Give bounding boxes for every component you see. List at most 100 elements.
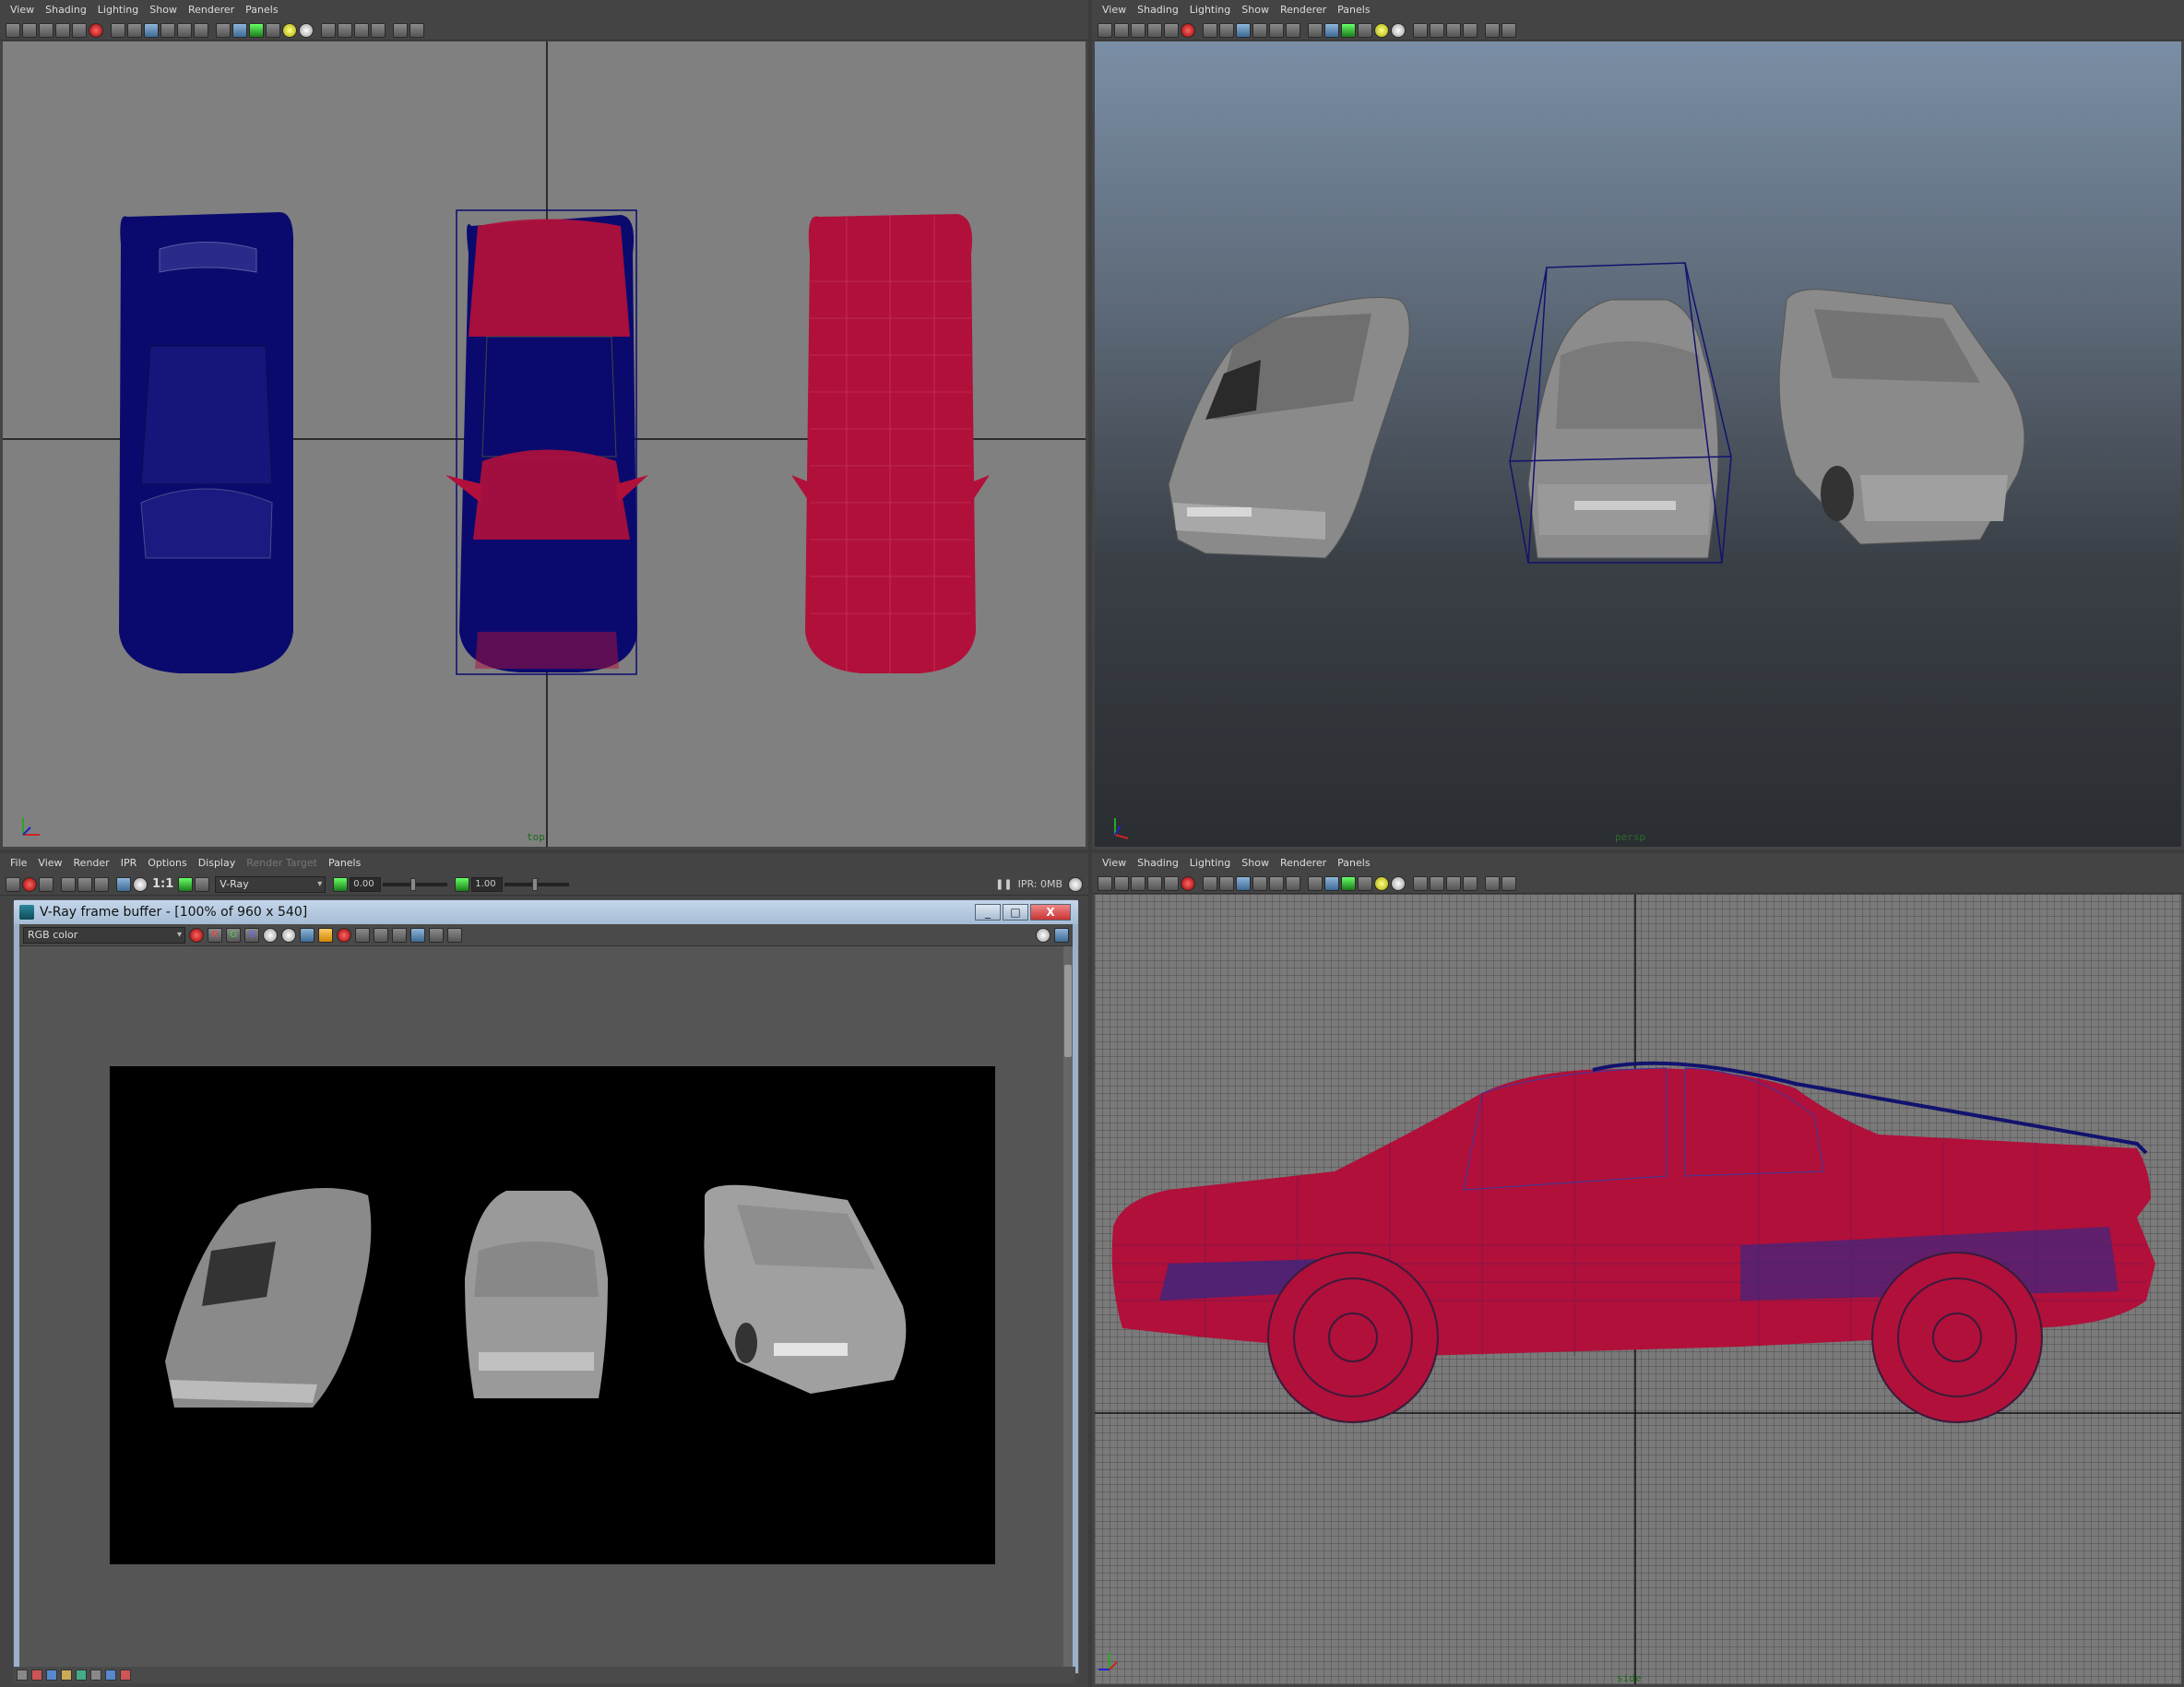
blue-channel-button[interactable]: B	[244, 927, 259, 943]
camera-select-icon[interactable]	[1098, 22, 1112, 38]
bookmark-icon[interactable]	[1131, 22, 1145, 38]
rgb-channels-icon[interactable]	[116, 876, 131, 892]
menu-ipr[interactable]: IPR	[118, 853, 146, 873]
resolution-gate-icon[interactable]	[1219, 875, 1234, 891]
grid-toggle-icon[interactable]	[1164, 22, 1179, 38]
bookmark-icon[interactable]	[1131, 875, 1145, 891]
textured-icon[interactable]	[1358, 875, 1372, 891]
gamma-slider[interactable]	[504, 877, 570, 891]
menu-show[interactable]: Show	[1239, 853, 1277, 873]
camera-attributes-icon[interactable]	[1114, 875, 1129, 891]
bookmark-icon[interactable]	[39, 22, 53, 38]
panel-layout-icon[interactable]	[1502, 875, 1516, 891]
wireframe-icon[interactable]	[1308, 22, 1323, 38]
xray-joints-icon[interactable]	[1430, 875, 1444, 891]
wireframe-icon[interactable]	[1308, 875, 1323, 891]
status-icon-1[interactable]	[17, 1669, 28, 1681]
perspective-viewport[interactable]: persp	[1095, 42, 2181, 847]
render-region-icon[interactable]	[22, 876, 37, 892]
ratio-label[interactable]: 1:1	[152, 877, 173, 891]
vray-titlebar[interactable]: V-Ray frame buffer - [100% of 960 x 540]…	[14, 900, 1078, 924]
safe-action-icon[interactable]	[1269, 22, 1284, 38]
vray-render-canvas[interactable]	[19, 946, 1063, 1668]
channel-select[interactable]: RGB color	[23, 926, 185, 944]
status-icon-4[interactable]	[61, 1669, 72, 1681]
menu-renderer[interactable]: Renderer	[1277, 0, 1335, 20]
xray-components-icon[interactable]	[354, 22, 369, 38]
track-mouse-icon[interactable]	[355, 927, 370, 943]
vray-scrollbar[interactable]	[1063, 946, 1073, 1668]
menu-panels[interactable]: Panels	[243, 0, 286, 20]
alpha-channel-icon[interactable]	[133, 876, 148, 892]
wireframe-icon[interactable]	[216, 22, 231, 38]
wireframe-on-shaded-icon[interactable]	[1341, 22, 1356, 38]
record-icon[interactable]	[1181, 875, 1195, 891]
panel-layout-icon[interactable]	[1502, 22, 1516, 38]
isolate-select-icon[interactable]	[1463, 22, 1478, 38]
status-icon-7[interactable]	[105, 1669, 116, 1681]
menu-display[interactable]: Display	[196, 853, 244, 873]
maximize-button[interactable]: □	[1003, 904, 1028, 921]
gate-mask-icon[interactable]	[1236, 22, 1251, 38]
wireframe-on-shaded-icon[interactable]	[249, 22, 264, 38]
safe-title-icon[interactable]	[194, 22, 208, 38]
camera-attributes-icon[interactable]	[1114, 22, 1129, 38]
grid-toggle-icon[interactable]	[72, 22, 87, 38]
menu-shading[interactable]: Shading	[42, 0, 95, 20]
menu-view[interactable]: View	[35, 853, 70, 873]
car-top-blue[interactable]	[119, 212, 294, 673]
safe-action-icon[interactable]	[1269, 875, 1284, 891]
gate-mask-icon[interactable]	[144, 22, 159, 38]
display-correction-icon[interactable]	[1036, 927, 1050, 943]
side-viewport[interactable]: side	[1095, 895, 2181, 1684]
textured-icon[interactable]	[1358, 22, 1372, 38]
camera-select-icon[interactable]	[1098, 875, 1112, 891]
stop-render-icon[interactable]	[337, 927, 351, 943]
film-gate-icon[interactable]	[111, 22, 125, 38]
menu-lighting[interactable]: Lighting	[1187, 853, 1239, 873]
green-channel-button[interactable]: G	[226, 927, 241, 943]
top-viewport[interactable]: top	[3, 42, 1086, 847]
image-plane-icon[interactable]	[55, 22, 70, 38]
menu-renderer[interactable]: Renderer	[1277, 853, 1335, 873]
exposure-icon[interactable]	[333, 876, 349, 892]
status-icon-8[interactable]	[120, 1669, 131, 1681]
history-icon[interactable]	[1054, 927, 1069, 943]
resolution-gate-icon[interactable]	[1219, 22, 1234, 38]
hud-icon[interactable]	[393, 22, 408, 38]
field-chart-icon[interactable]	[1252, 875, 1267, 891]
gate-mask-icon[interactable]	[1236, 875, 1251, 891]
exposure-slider[interactable]	[383, 877, 448, 891]
menu-view[interactable]: View	[1099, 0, 1134, 20]
resolution-gate-icon[interactable]	[127, 22, 142, 38]
clear-image-icon[interactable]	[429, 927, 444, 943]
field-chart-icon[interactable]	[1252, 22, 1267, 38]
car-persp-selected[interactable]	[1509, 262, 1732, 564]
car-top-red[interactable]	[791, 212, 990, 673]
menu-options[interactable]: Options	[145, 853, 195, 873]
textured-icon[interactable]	[266, 22, 280, 38]
link-to-render-icon[interactable]	[410, 927, 425, 943]
exposure-field[interactable]: 0.00	[350, 876, 382, 892]
render-settings-icon[interactable]	[94, 876, 109, 892]
lights-icon[interactable]	[282, 22, 297, 38]
record-icon[interactable]	[1181, 22, 1195, 38]
isolate-select-icon[interactable]	[1463, 875, 1478, 891]
car-persp-left[interactable]	[1168, 297, 1410, 559]
shadows-icon[interactable]	[1391, 875, 1406, 891]
wireframe-on-shaded-icon[interactable]	[1341, 875, 1356, 891]
hud-icon[interactable]	[1485, 22, 1500, 38]
xray-icon[interactable]	[321, 22, 336, 38]
remove-image-icon[interactable]	[195, 876, 210, 892]
camera-attributes-icon[interactable]	[22, 22, 37, 38]
pause-icon[interactable]: ❚❚	[995, 878, 1012, 890]
redo-render-icon[interactable]	[6, 876, 20, 892]
menu-panels[interactable]: Panels	[1335, 853, 1378, 873]
smooth-shade-icon[interactable]	[232, 22, 247, 38]
snapshot-icon[interactable]	[39, 876, 53, 892]
isolate-select-icon[interactable]	[371, 22, 386, 38]
close-button[interactable]: X	[1030, 904, 1071, 921]
ipr-render-icon[interactable]	[61, 876, 76, 892]
car-top-selected[interactable]	[445, 209, 648, 675]
lights-icon[interactable]	[1374, 22, 1389, 38]
